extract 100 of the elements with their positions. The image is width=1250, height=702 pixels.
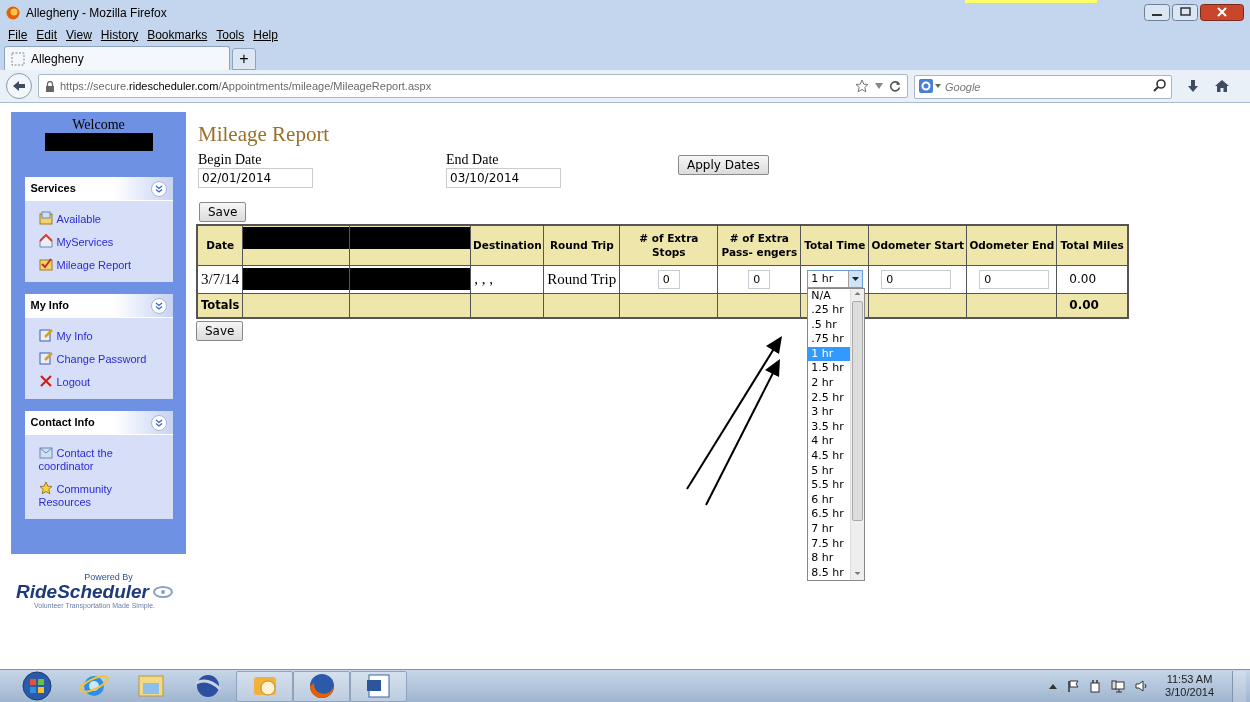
number-field[interactable]: 0 <box>657 269 680 289</box>
number-field[interactable]: 0 <box>881 269 952 289</box>
flag-icon <box>1067 680 1080 692</box>
dropdown-option[interactable]: 7 hr <box>808 522 851 537</box>
dropdown-option[interactable]: 4.5 hr <box>808 449 851 464</box>
menu-item[interactable]: File <box>8 25 28 44</box>
sidebar-link[interactable]: My Info <box>38 328 159 343</box>
dropdown-option[interactable]: 5.5 hr <box>808 478 851 493</box>
dropdown-option[interactable]: 3 hr <box>808 405 851 420</box>
date-field[interactable]: 02/01/2014 <box>198 168 313 188</box>
sidebar-link[interactable]: Mileage Report <box>38 257 159 272</box>
back-button[interactable] <box>6 73 32 99</box>
dropdown-option[interactable]: N/A <box>808 288 851 304</box>
column-header: Odometer Start <box>868 225 967 265</box>
address-bar[interactable]: https://secure.ridescheduler.com/Appointments/mileage/MileageReport.aspx <box>38 74 908 98</box>
url-text: https://secure.ridescheduler.com/Appointments/mileage/MileageReport.aspx <box>60 78 432 94</box>
new-tab-button[interactable]: + <box>232 48 256 70</box>
save-button[interactable]: Save <box>196 321 244 341</box>
menu-item[interactable]: Help <box>253 25 278 44</box>
star-icon <box>38 481 53 495</box>
edit-icon <box>38 328 53 342</box>
dropdown-option[interactable]: 8.5 hr <box>808 565 851 581</box>
taskbar-button[interactable] <box>293 670 350 702</box>
dropdown-option[interactable]: 7.5 hr <box>808 536 851 552</box>
dropdown-option[interactable]: .75 hr <box>808 332 851 347</box>
column-header: Total Time <box>800 225 869 265</box>
caret-icon <box>852 277 860 281</box>
column-header: # of Extra Pass- engers <box>717 225 801 265</box>
up-arrow-icon <box>1049 683 1058 689</box>
column-header: Destination <box>470 225 544 265</box>
collapse-button[interactable] <box>150 180 167 197</box>
envelope-icon <box>38 445 53 459</box>
sidebar-link[interactable]: Change Password <box>38 351 159 366</box>
dropdown-option[interactable]: 2.5 hr <box>808 390 851 406</box>
table-cell: , , , <box>474 270 494 287</box>
clock-time[interactable]: 11:53 AM <box>1166 673 1213 686</box>
totals-label: Totals <box>201 298 240 313</box>
menu-item[interactable]: Bookmarks <box>147 25 208 44</box>
field-label: Begin Date <box>198 152 263 168</box>
minimize-icon <box>1144 4 1170 21</box>
sidebar-link[interactable]: MyServices <box>38 234 159 249</box>
plug-icon <box>1089 679 1102 693</box>
time-select[interactable]: 1 hr <box>807 270 864 288</box>
search-icon <box>1153 79 1166 92</box>
sidebar-link[interactable]: Community Resources <box>38 481 159 509</box>
column-header: Round Trip <box>543 225 620 265</box>
checkbox-icon <box>38 257 53 271</box>
number-field[interactable]: 0 <box>748 269 771 289</box>
total-miles: 0.00 <box>1069 298 1099 313</box>
collapse-button[interactable] <box>150 414 167 431</box>
dropdown-option[interactable]: 3.5 hr <box>808 419 851 435</box>
sidebar-link[interactable]: Contact the coordinator <box>38 445 159 473</box>
dropdown-option[interactable]: 2 hr <box>808 376 851 391</box>
table-cell: 0.00 <box>1069 272 1097 286</box>
browser-tab[interactable]: Allegheny <box>4 46 230 70</box>
date-field[interactable]: 03/10/2014 <box>446 168 561 188</box>
network-icon <box>1111 679 1126 693</box>
section-title: Services <box>30 181 76 197</box>
taskbar-button[interactable] <box>350 670 407 702</box>
menu-item[interactable]: Edit <box>36 25 58 44</box>
window-title: Allegheny - Mozilla Firefox <box>26 4 167 22</box>
menu-item[interactable]: Tools <box>216 25 245 44</box>
dropdown-option[interactable]: 1.5 hr <box>808 361 851 377</box>
table-cell: 3/7/14 <box>201 270 240 287</box>
speaker-icon <box>1135 680 1148 692</box>
dropdown-option[interactable]: 4 hr <box>808 434 851 450</box>
dropdown-option[interactable]: 8 hr <box>808 551 851 566</box>
page-title: Mileage Report <box>198 122 330 146</box>
chevron-icon <box>154 301 163 310</box>
clock-date[interactable]: 3/10/2014 <box>1165 686 1214 699</box>
reload-icon <box>889 80 901 92</box>
menu-item[interactable]: History <box>100 25 139 44</box>
number-field[interactable]: 0 <box>979 269 1050 289</box>
caret-icon <box>935 84 941 88</box>
star-icon <box>855 79 869 93</box>
edit-icon <box>38 351 53 365</box>
download-icon <box>1186 79 1200 93</box>
menu-item[interactable]: View <box>66 25 92 44</box>
x-icon <box>38 374 53 388</box>
lock-icon <box>45 80 55 92</box>
search-engine-icon <box>919 79 933 93</box>
apply-dates-button[interactable]: Apply Dates <box>678 155 769 175</box>
welcome-text: Welcome <box>72 117 125 133</box>
sidebar-link[interactable]: Logout <box>38 374 159 389</box>
page-icon <box>11 51 25 66</box>
scrollbar-thumb[interactable] <box>852 300 864 521</box>
column-header: # of Extra Stops <box>619 225 718 265</box>
dropdown-option[interactable]: 6 hr <box>808 492 851 508</box>
dropdown-option[interactable]: 5 hr <box>808 463 851 479</box>
home-icon <box>1214 79 1230 93</box>
sidebar-link[interactable]: Available <box>38 211 159 226</box>
save-button[interactable]: Save <box>199 202 247 222</box>
section-title: Contact Info <box>30 415 95 431</box>
chevron-icon <box>154 184 163 193</box>
dropdown-option[interactable]: 6.5 hr <box>808 507 851 522</box>
section-title: My Info <box>30 298 69 314</box>
search-field[interactable]: Google <box>914 75 1172 99</box>
chevron-icon <box>154 418 163 427</box>
dropdown-option[interactable]: .5 hr <box>808 317 851 333</box>
collapse-button[interactable] <box>150 297 167 314</box>
